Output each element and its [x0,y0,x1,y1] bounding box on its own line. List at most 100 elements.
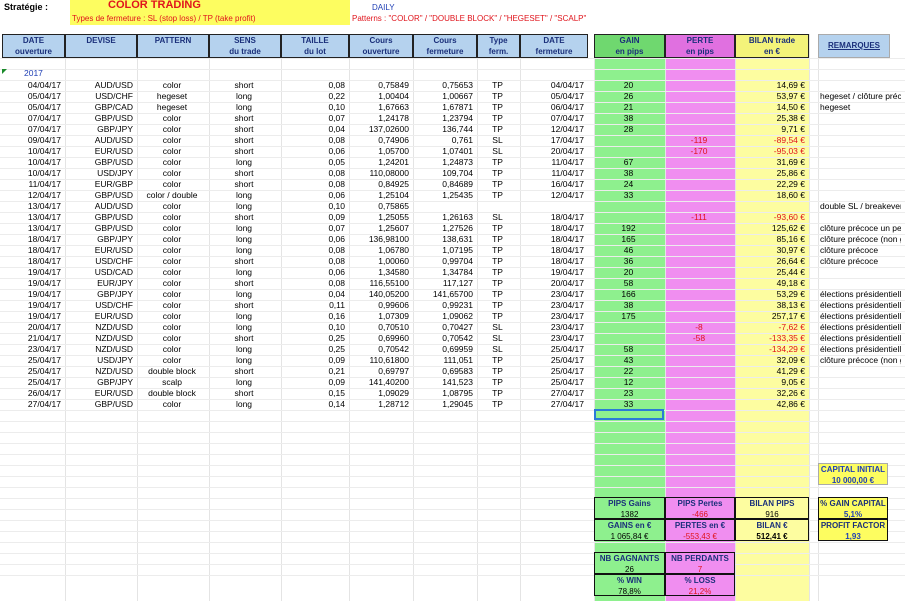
cell-devise[interactable]: GBP/USD [67,190,133,201]
cell-date-ouv[interactable]: 18/04/17 [4,256,61,267]
cell-devise[interactable]: EUR/USD [67,311,133,322]
cell-gain[interactable]: 21 [596,102,661,113]
cell-perte[interactable] [667,91,731,102]
cell-cours-ferm[interactable]: 1,26163 [415,212,473,223]
cell-date-ouv[interactable]: 25/04/17 [4,355,61,366]
cell-cours-ouv[interactable]: 0,75849 [351,80,409,91]
cell-devise[interactable]: EUR/USD [67,245,133,256]
cell-date-ferm[interactable]: 23/04/17 [522,289,584,300]
cell-type[interactable]: SL [479,344,516,355]
cell-pattern[interactable]: color [139,267,205,278]
cell-bilan[interactable]: 9,05 € [737,377,805,388]
cell-perte[interactable] [667,256,731,267]
cell-sens[interactable]: long [211,157,277,168]
cell-gain[interactable]: 20 [596,80,661,91]
cell-cours-ferm[interactable]: 0,69959 [415,344,473,355]
cell-sens[interactable]: long [211,322,277,333]
cell-date-ouv[interactable]: 21/04/17 [4,333,61,344]
cell-remarques[interactable] [820,366,901,377]
cell-bilan[interactable]: 32,26 € [737,388,805,399]
cell-date-ferm[interactable]: 25/04/17 [522,344,584,355]
cell-cours-ferm[interactable]: 1,23794 [415,113,473,124]
cell-sens[interactable]: long [211,377,277,388]
cell-date-ferm[interactable]: 23/04/17 [522,322,584,333]
cell-remarques[interactable]: élections présidentiell [820,322,901,333]
cell-cours-ouv[interactable]: 0,70510 [351,322,409,333]
cell-cours-ouv[interactable]: 110,61800 [351,355,409,366]
cell-pattern[interactable]: hegeset [139,102,205,113]
cell-type[interactable]: TP [479,267,516,278]
cell-cours-ouv[interactable]: 0,75865 [351,201,409,212]
cell-cours-ouv[interactable]: 1,28712 [351,399,409,410]
cell-gain[interactable]: 58 [596,278,661,289]
cell-cours-ouv[interactable]: 1,67663 [351,102,409,113]
cell-sens[interactable]: short [211,333,277,344]
cell-perte[interactable] [667,190,731,201]
cell-date-ferm[interactable]: 18/04/17 [522,245,584,256]
cell-type[interactable]: TP [479,278,516,289]
cell-sens[interactable]: long [211,289,277,300]
cell-type[interactable]: TP [479,91,516,102]
cell-gain[interactable]: 166 [596,289,661,300]
cell-taille[interactable]: 0,07 [283,113,345,124]
cell-gain[interactable]: 23 [596,388,661,399]
cell-sens[interactable]: short [211,80,277,91]
cell-remarques[interactable]: hegeset [820,102,901,113]
cell-devise[interactable]: GBP/USD [67,212,133,223]
cell-type[interactable]: SL [479,333,516,344]
cell-gain[interactable]: 38 [596,300,661,311]
cell-taille[interactable]: 0,21 [283,366,345,377]
cell-cours-ouv[interactable]: 1,24201 [351,157,409,168]
cell-date-ferm[interactable]: 23/04/17 [522,311,584,322]
cell-devise[interactable]: NZD/USD [67,366,133,377]
cell-type[interactable]: TP [479,388,516,399]
cell-cours-ouv[interactable]: 136,98100 [351,234,409,245]
cell-sens[interactable]: long [211,399,277,410]
cell-date-ouv[interactable]: 07/04/17 [4,124,61,135]
cell-cours-ouv[interactable]: 1,00404 [351,91,409,102]
cell-cours-ferm[interactable]: 0,84689 [415,179,473,190]
cell-perte[interactable] [667,113,731,124]
cell-remarques[interactable]: hegeset / clôture préc [820,91,901,102]
cell-type[interactable]: TP [479,377,516,388]
cell-perte[interactable] [667,289,731,300]
cell-pattern[interactable]: color [139,223,205,234]
cell-pattern[interactable]: color [139,135,205,146]
cell-pattern[interactable]: color [139,355,205,366]
cell-perte[interactable] [667,102,731,113]
cell-pattern[interactable]: color [139,146,205,157]
cell-type[interactable]: TP [479,300,516,311]
cell-bilan[interactable]: -133,35 € [737,333,805,344]
cell-pattern[interactable]: color [139,256,205,267]
cell-remarques[interactable]: élections présidentiell [820,311,901,322]
cell-date-ferm[interactable] [522,201,584,212]
cell-pattern[interactable]: color [139,278,205,289]
cell-date-ouv[interactable]: 13/04/17 [4,223,61,234]
cell-sens[interactable]: long [211,234,277,245]
cell-perte[interactable] [667,234,731,245]
cell-cours-ferm[interactable]: 138,631 [415,234,473,245]
header-cours-ferm[interactable]: Cours fermeture [413,34,477,58]
cell-perte[interactable] [667,245,731,256]
cell-cours-ferm[interactable]: 0,99704 [415,256,473,267]
cell-cours-ouv[interactable]: 1,25055 [351,212,409,223]
cell-cours-ouv[interactable]: 0,69960 [351,333,409,344]
cell-cours-ouv[interactable]: 1,06780 [351,245,409,256]
cell-bilan[interactable]: 26,64 € [737,256,805,267]
cell-cours-ouv[interactable]: 0,99606 [351,300,409,311]
cell-bilan[interactable] [737,201,805,212]
cell-bilan[interactable]: 18,60 € [737,190,805,201]
cell-date-ouv[interactable]: 19/04/17 [4,300,61,311]
cell-remarques[interactable]: élections présidentiell [820,344,901,355]
cell-bilan[interactable]: 25,44 € [737,267,805,278]
cell-perte[interactable] [667,311,731,322]
cell-sens[interactable]: short [211,256,277,267]
cell-perte[interactable] [667,344,731,355]
cell-pattern[interactable]: color [139,322,205,333]
cell-taille[interactable]: 0,09 [283,212,345,223]
cell-cours-ouv[interactable]: 0,74906 [351,135,409,146]
cell-type[interactable]: TP [479,234,516,245]
cell-perte[interactable] [667,223,731,234]
cell-devise[interactable]: USD/CAD [67,267,133,278]
cell-cours-ferm[interactable]: 141,523 [415,377,473,388]
